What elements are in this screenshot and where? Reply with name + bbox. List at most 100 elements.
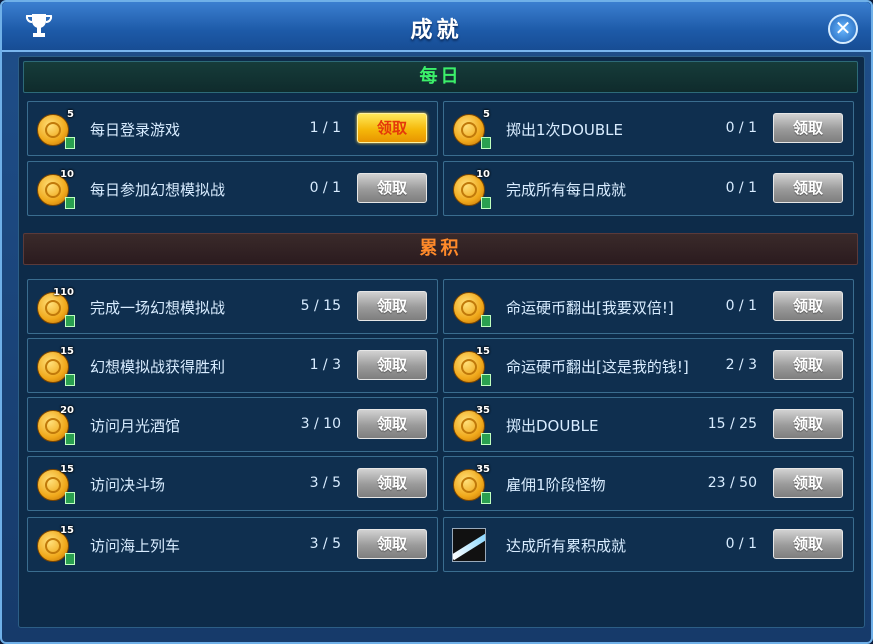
achievement-name: 雇佣1阶段怪物 bbox=[506, 476, 606, 494]
reward-quantity: 10 bbox=[476, 169, 490, 180]
achievement-name: 命运硬币翻出[我要双倍!] bbox=[506, 299, 674, 317]
claim-button[interactable]: 领取 bbox=[357, 409, 427, 439]
achievement-name: 幻想模拟战获得胜利 bbox=[90, 358, 226, 376]
achievement-row: 5 掷出1次DOUBLE 0 / 1 领取 bbox=[443, 101, 854, 156]
achievement-row: 5 每日登录游戏 1 / 1 领取 bbox=[27, 101, 438, 156]
achievement-progress: 1 / 1 bbox=[309, 120, 341, 136]
dark-slash-icon bbox=[452, 528, 486, 562]
bonus-badge-icon bbox=[65, 433, 75, 445]
gold-coin-icon: 10 bbox=[452, 169, 491, 209]
bonus-badge-icon bbox=[65, 553, 75, 565]
gold-coin-icon: 10 bbox=[36, 169, 75, 209]
achievement-name: 达成所有累积成就 bbox=[506, 537, 627, 555]
achievement-progress: 3 / 10 bbox=[300, 416, 341, 432]
bonus-badge-icon bbox=[481, 433, 491, 445]
cumulative-section-header: 累积 bbox=[23, 233, 858, 265]
bonus-badge-icon bbox=[65, 197, 75, 209]
gold-coin-icon: 15 bbox=[36, 346, 75, 386]
achievement-progress: 0 / 1 bbox=[725, 298, 757, 314]
achievement-row: 15 命运硬币翻出[这是我的钱!] 2 / 3 领取 bbox=[443, 338, 854, 393]
achievement-row: 10 完成所有每日成就 0 / 1 领取 bbox=[443, 161, 854, 216]
achievement-row: 命运硬币翻出[我要双倍!] 0 / 1 领取 bbox=[443, 279, 854, 334]
achievement-progress: 0 / 1 bbox=[725, 536, 757, 552]
reward-quantity: 5 bbox=[67, 109, 74, 120]
reward-quantity: 35 bbox=[476, 405, 490, 416]
achievement-row: 35 掷出DOUBLE 15 / 25 领取 bbox=[443, 397, 854, 452]
claim-button[interactable]: 领取 bbox=[357, 291, 427, 321]
gold-coin-icon: 15 bbox=[36, 464, 75, 504]
window-title: 成就 bbox=[410, 18, 463, 43]
gold-coin-icon: 35 bbox=[452, 405, 491, 445]
claim-button[interactable]: 领取 bbox=[357, 173, 427, 203]
achievement-row: 10 每日参加幻想模拟战 0 / 1 领取 bbox=[27, 161, 438, 216]
achievement-name: 完成所有每日成就 bbox=[506, 181, 627, 199]
achievement-name: 访问月光酒馆 bbox=[90, 417, 181, 435]
reward-quantity: 15 bbox=[60, 464, 74, 475]
reward-quantity: 15 bbox=[60, 525, 74, 536]
gold-coin-icon: 110 bbox=[36, 287, 75, 327]
bonus-badge-icon bbox=[65, 137, 75, 149]
achievement-progress: 1 / 3 bbox=[309, 357, 341, 373]
gold-coin-icon: 15 bbox=[36, 525, 75, 565]
achievement-name: 访问海上列车 bbox=[90, 537, 181, 555]
title-bar: 成就 ✕ bbox=[2, 2, 871, 52]
bonus-badge-icon bbox=[481, 197, 491, 209]
reward-quantity: 5 bbox=[483, 109, 490, 120]
achievement-row: 达成所有累积成就 0 / 1 领取 bbox=[443, 517, 854, 572]
claim-button[interactable]: 领取 bbox=[773, 173, 843, 203]
achievement-name: 每日参加幻想模拟战 bbox=[90, 181, 226, 199]
achievement-progress: 0 / 1 bbox=[725, 120, 757, 136]
gold-coin-icon: 5 bbox=[452, 109, 491, 149]
achievement-row: 110 完成一场幻想模拟战 5 / 15 领取 bbox=[27, 279, 438, 334]
reward-quantity: 20 bbox=[60, 405, 74, 416]
claim-button[interactable]: 领取 bbox=[773, 409, 843, 439]
bonus-badge-icon bbox=[65, 492, 75, 504]
achievement-progress: 15 / 25 bbox=[707, 416, 757, 432]
achievement-name: 掷出DOUBLE bbox=[506, 417, 599, 435]
achievement-name: 命运硬币翻出[这是我的钱!] bbox=[506, 358, 689, 376]
claim-button[interactable]: 领取 bbox=[357, 529, 427, 559]
achievement-window: 成就 ✕ 每日 累积 5 每日登录游戏 1 / 1 领取 5 掷出1次DOUBLE 0 / … bbox=[0, 0, 873, 644]
reward-quantity: 10 bbox=[60, 169, 74, 180]
achievement-progress: 0 / 1 bbox=[725, 180, 757, 196]
achievement-progress: 3 / 5 bbox=[309, 475, 341, 491]
claim-button[interactable]: 领取 bbox=[773, 350, 843, 380]
close-icon[interactable]: ✕ bbox=[828, 14, 858, 44]
achievement-name: 访问决斗场 bbox=[90, 476, 166, 494]
bonus-badge-icon bbox=[65, 374, 75, 386]
bonus-badge-icon bbox=[481, 374, 491, 386]
reward-quantity: 15 bbox=[60, 346, 74, 357]
gold-coin-icon: 15 bbox=[452, 346, 491, 386]
achievement-progress: 5 / 15 bbox=[300, 298, 341, 314]
bonus-badge-icon bbox=[481, 137, 491, 149]
achievement-name: 每日登录游戏 bbox=[90, 121, 181, 139]
reward-quantity: 35 bbox=[476, 464, 490, 475]
achievement-name: 掷出1次DOUBLE bbox=[506, 121, 624, 139]
reward-quantity: 15 bbox=[476, 346, 490, 357]
gold-coin-icon: 20 bbox=[36, 405, 75, 445]
claim-button[interactable]: 领取 bbox=[773, 113, 843, 143]
claim-button[interactable]: 领取 bbox=[357, 350, 427, 380]
reward-quantity: 110 bbox=[53, 287, 74, 298]
achievement-row: 15 幻想模拟战获得胜利 1 / 3 领取 bbox=[27, 338, 438, 393]
gold-coin-icon: 35 bbox=[452, 464, 491, 504]
achievement-name: 完成一场幻想模拟战 bbox=[90, 299, 226, 317]
claim-button[interactable]: 领取 bbox=[357, 468, 427, 498]
achievement-progress: 0 / 1 bbox=[309, 180, 341, 196]
achievement-progress: 2 / 3 bbox=[725, 357, 757, 373]
claim-button[interactable]: 领取 bbox=[357, 113, 427, 143]
achievement-row: 15 访问决斗场 3 / 5 领取 bbox=[27, 456, 438, 511]
bonus-badge-icon bbox=[65, 315, 75, 327]
daily-section-header: 每日 bbox=[23, 61, 858, 93]
achievement-panel: 每日 累积 5 每日登录游戏 1 / 1 领取 5 掷出1次DOUBLE 0 / 1 领取 10… bbox=[18, 56, 865, 628]
bonus-badge-icon bbox=[481, 315, 491, 327]
bonus-badge-icon bbox=[481, 492, 491, 504]
claim-button[interactable]: 领取 bbox=[773, 529, 843, 559]
achievement-progress: 23 / 50 bbox=[707, 475, 757, 491]
claim-button[interactable]: 领取 bbox=[773, 468, 843, 498]
claim-button[interactable]: 领取 bbox=[773, 291, 843, 321]
achievement-row: 35 雇佣1阶段怪物 23 / 50 领取 bbox=[443, 456, 854, 511]
achievement-row: 20 访问月光酒馆 3 / 10 领取 bbox=[27, 397, 438, 452]
gold-coin-icon bbox=[452, 289, 491, 327]
achievement-row: 15 访问海上列车 3 / 5 领取 bbox=[27, 517, 438, 572]
